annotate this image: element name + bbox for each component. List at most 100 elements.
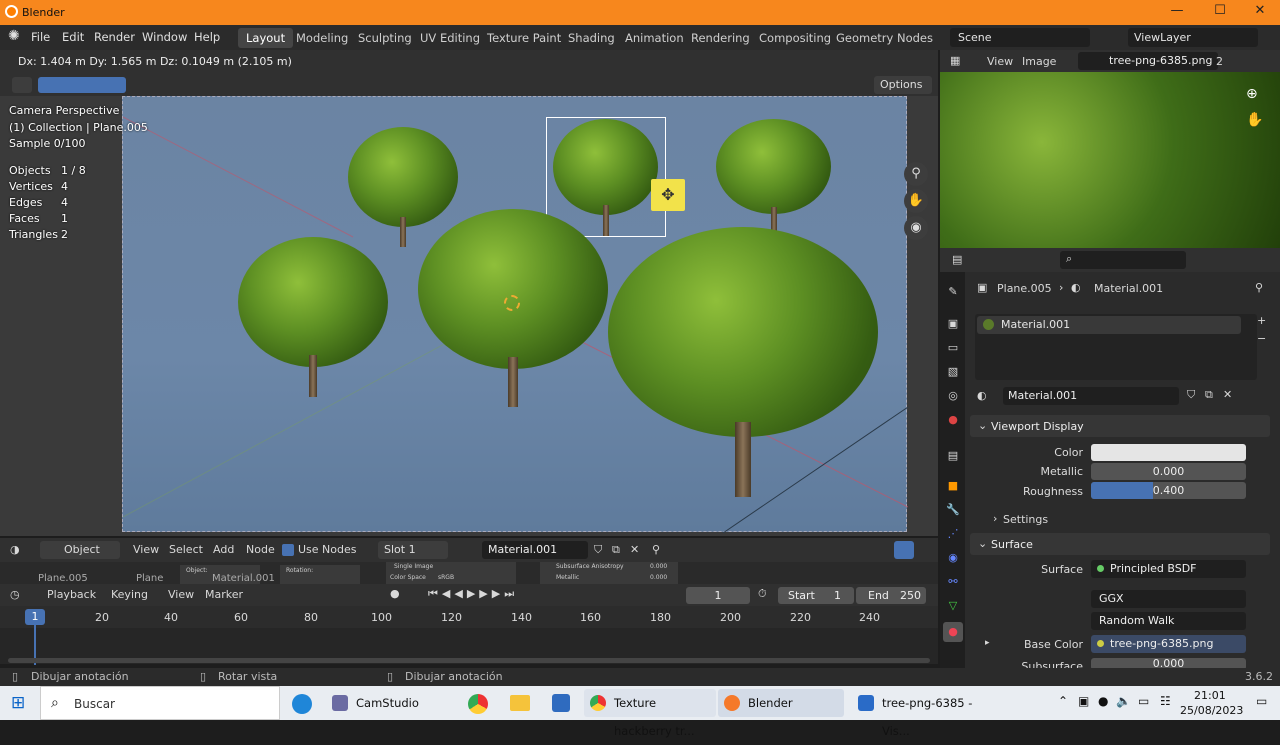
fake-user-icon[interactable]: ⛉ xyxy=(594,543,602,557)
constraints-tab-icon[interactable]: ⚯ xyxy=(945,574,961,590)
keying-menu[interactable]: Keying xyxy=(111,588,148,601)
blender-menu-icon[interactable]: ✺ xyxy=(8,28,20,44)
shader-type-dropdown[interactable]: Object xyxy=(40,541,120,559)
particles-tab-icon[interactable]: ⋰ xyxy=(945,526,961,542)
editor-type-icon[interactable]: ▤ xyxy=(952,253,962,266)
record-icon[interactable]: ● xyxy=(390,587,400,600)
windows-start-icon[interactable]: ⊞ xyxy=(11,693,25,713)
add-slot-button[interactable]: + xyxy=(1257,314,1266,327)
playback-controls[interactable]: ⏮◀◀▶▶▶⏭ xyxy=(428,587,518,601)
metallic-slider[interactable]: 0.000 xyxy=(1091,463,1246,480)
playback-menu[interactable]: Playback xyxy=(47,588,96,601)
tree-object[interactable] xyxy=(608,227,878,502)
use-nodes-checkbox[interactable] xyxy=(282,543,294,556)
select-tool-icon[interactable] xyxy=(12,77,32,93)
camera-view-icon[interactable]: ◉ xyxy=(904,216,928,240)
pin-icon[interactable]: ⚲ xyxy=(1255,281,1263,294)
object-tab-icon[interactable]: ■ xyxy=(945,478,961,494)
taskbar-image-viewer[interactable]: tree-png-6385 - Vis... xyxy=(852,689,982,738)
slot-dropdown[interactable]: Slot 1 xyxy=(378,541,448,559)
principled-bsdf-node[interactable]: Subsurface Anisotropy 0.000 Metallic 0.0… xyxy=(540,562,678,584)
timeline-scrollbar[interactable] xyxy=(8,658,930,663)
close-button[interactable]: ✕ xyxy=(1251,3,1269,18)
menu-file[interactable]: File xyxy=(31,30,50,44)
tab-layout[interactable]: Layout xyxy=(238,28,294,48)
material-name-field[interactable]: Material.001 xyxy=(1003,387,1179,405)
surface-panel[interactable]: ⌄ Surface xyxy=(970,533,1270,555)
image-preview[interactable]: ⊕ ✋ xyxy=(940,72,1280,248)
scene-selector[interactable]: Scene xyxy=(950,28,1090,47)
tab-sculpting[interactable]: Sculpting xyxy=(350,28,420,48)
distribution-dropdown[interactable]: GGX xyxy=(1091,590,1246,608)
notifications-icon[interactable]: ▭ xyxy=(1256,694,1267,708)
volume-icon[interactable]: 🔈 xyxy=(1116,694,1131,708)
microphone-icon[interactable]: ● xyxy=(1098,694,1108,708)
battery-icon[interactable]: ▭ xyxy=(1138,694,1149,708)
modifier-tab-icon[interactable]: 🔧 xyxy=(945,502,961,518)
tab-animation[interactable]: Animation xyxy=(617,28,692,48)
pan-hand-icon[interactable]: ✋ xyxy=(1246,112,1263,128)
editor-type-icon[interactable]: ◑ xyxy=(10,543,20,556)
scene-tab-icon[interactable]: ◎ xyxy=(945,388,961,404)
tab-modeling[interactable]: Modeling xyxy=(288,28,356,48)
node-editor-strip[interactable]: Plane.005 Plane Object: Material.001 Rot… xyxy=(0,562,938,584)
viewlayer-selector[interactable]: ViewLayer xyxy=(1128,28,1258,47)
node-box[interactable]: Rotation: xyxy=(280,565,360,584)
node-material-field[interactable]: Material.001 xyxy=(482,541,588,559)
zoom-icon[interactable]: ⊕ xyxy=(1246,86,1258,102)
viewport-display-panel[interactable]: ⌄ Viewport Display xyxy=(970,415,1270,437)
material-sphere-icon[interactable]: ◐ xyxy=(977,389,987,402)
edge-icon[interactable] xyxy=(292,694,312,714)
tab-rendering[interactable]: Rendering xyxy=(683,28,758,48)
color-swatch[interactable] xyxy=(1091,444,1246,461)
data-tab-icon[interactable]: ▽ xyxy=(945,598,961,614)
tab-shading[interactable]: Shading xyxy=(560,28,623,48)
chevron-right-icon[interactable]: ▸ xyxy=(985,638,990,648)
taskbar-blender[interactable]: Blender xyxy=(718,689,844,717)
properties-search[interactable]: ⌕ xyxy=(1060,251,1186,269)
clock-date[interactable]: 25/08/2023 xyxy=(1180,704,1243,717)
physics-tab-icon[interactable]: ◉ xyxy=(945,550,961,566)
unlink-icon[interactable]: ✕ xyxy=(630,543,639,556)
node-node-menu[interactable]: Node xyxy=(246,543,275,556)
tab-geometry-nodes[interactable]: Geometry Nodes xyxy=(828,28,941,48)
editor-type-icon[interactable]: ▦ xyxy=(950,54,960,67)
maximize-button[interactable]: ☐ xyxy=(1211,3,1229,18)
image-editor-image-menu[interactable]: Image xyxy=(1022,55,1056,68)
material-slot-item[interactable]: Material.001 xyxy=(977,316,1241,334)
options-dropdown[interactable]: Options xyxy=(874,76,932,94)
network-icon[interactable]: ☷ xyxy=(1160,694,1171,708)
surface-shader-field[interactable]: Principled BSDF xyxy=(1091,560,1246,578)
base-color-field[interactable]: tree-png-6385.png xyxy=(1091,635,1246,653)
pin-icon[interactable]: ⚲ xyxy=(652,543,660,556)
timeline-view-menu[interactable]: View xyxy=(168,588,194,601)
chevron-up-icon[interactable]: ⌃ xyxy=(1058,694,1068,708)
chrome-icon[interactable] xyxy=(468,694,488,714)
image-selector[interactable]: tree-png-6385.png xyxy=(1078,52,1218,70)
tab-texture-paint[interactable]: Texture Paint xyxy=(479,28,569,48)
menu-window[interactable]: Window xyxy=(142,30,187,44)
photos-icon[interactable] xyxy=(552,694,570,712)
tab-uv-editing[interactable]: UV Editing xyxy=(412,28,488,48)
clock-icon[interactable]: ◷ xyxy=(10,588,20,601)
tree-object[interactable] xyxy=(418,209,608,409)
start-frame-field[interactable]: Start 1 xyxy=(778,587,854,604)
file-explorer-icon[interactable] xyxy=(510,695,530,711)
current-frame-field[interactable]: 1 xyxy=(686,587,750,604)
subsurface-method-dropdown[interactable]: Random Walk xyxy=(1091,612,1246,630)
tree-object[interactable] xyxy=(233,237,393,397)
output-tab-icon[interactable]: ▭ xyxy=(945,340,961,356)
playhead[interactable]: 1 xyxy=(25,609,45,625)
fake-user-icon[interactable]: ⛉ xyxy=(1187,388,1195,402)
taskbar-camstudio[interactable]: CamStudio xyxy=(326,689,452,717)
node-box[interactable]: Object: Material.001 xyxy=(180,565,275,584)
view-layer-tab-icon[interactable]: ▧ xyxy=(945,364,961,380)
pan-hand-icon[interactable]: ✋ xyxy=(904,189,928,213)
marker-menu[interactable]: Marker xyxy=(205,588,243,601)
node-select-menu[interactable]: Select xyxy=(169,543,203,556)
zoom-icon[interactable]: ⚲ xyxy=(904,162,928,186)
menu-help[interactable]: Help xyxy=(194,30,220,44)
render-tab-icon[interactable]: ▣ xyxy=(945,316,961,332)
minimize-button[interactable]: — xyxy=(1168,3,1186,18)
unlink-icon[interactable]: ✕ xyxy=(1223,388,1232,401)
